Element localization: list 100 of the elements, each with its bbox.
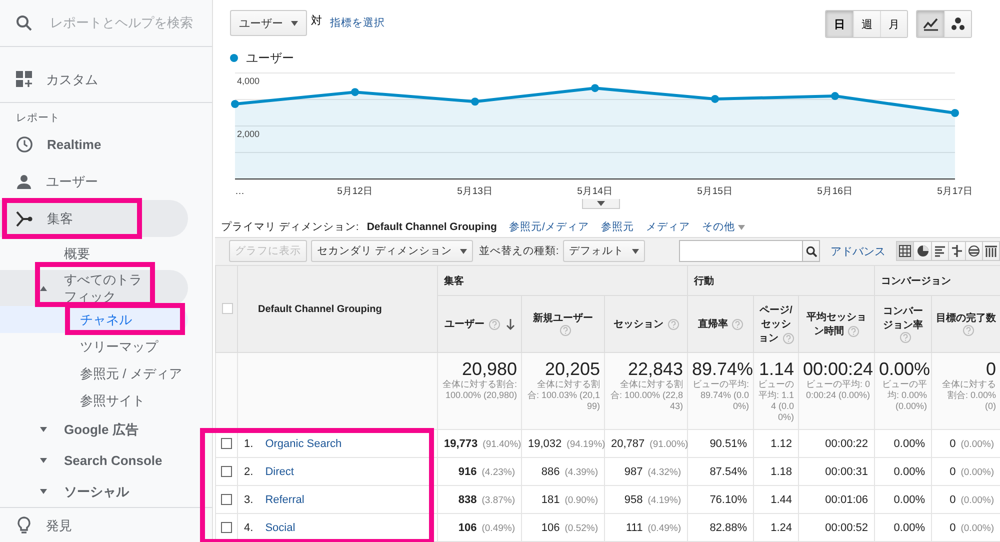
- column-header[interactable]: ページ/セッション: [754, 296, 798, 352]
- channel-link[interactable]: Referral: [265, 494, 304, 506]
- total-value: 0.00%: [879, 359, 927, 379]
- dimension-link[interactable]: 参照元: [600, 220, 634, 234]
- help-icon: [732, 318, 743, 330]
- nav-item[interactable]: 発見: [0, 508, 188, 542]
- channel-link[interactable]: Direct: [265, 466, 294, 478]
- help-icon: [848, 326, 859, 337]
- bars-icon: [934, 245, 946, 258]
- cell-value: 1.18: [770, 466, 792, 478]
- cell-value: 00:01:06: [825, 494, 868, 506]
- caret-icon: [40, 489, 47, 494]
- column-header[interactable]: コンバージョン率: [874, 296, 932, 352]
- expand-tab[interactable]: [582, 199, 620, 209]
- nav-item[interactable]: 参照元 / メディア: [0, 360, 188, 387]
- column-header[interactable]: 新規ユーザー: [522, 296, 604, 352]
- cell-value: 111: [626, 522, 643, 534]
- metric-dropdown[interactable]: ユーザー: [230, 10, 307, 36]
- section-label: レポート: [0, 102, 212, 126]
- view-button[interactable]: [964, 241, 983, 262]
- column-header[interactable]: 目標の完了数: [932, 296, 1000, 352]
- nav-item[interactable]: Google 広告: [0, 414, 188, 445]
- grid-icon: [899, 245, 912, 258]
- chart-type-button[interactable]: [944, 11, 971, 37]
- cell-value: 0: [950, 466, 956, 478]
- cell-share: (94.19%): [566, 438, 606, 450]
- dimension-link[interactable]: Default Channel Grouping: [366, 221, 497, 234]
- axis-label: 5月16日: [817, 186, 853, 197]
- table-search-field[interactable]: [678, 240, 803, 262]
- column-header[interactable]: 平均セッション時間: [798, 296, 874, 352]
- search-button[interactable]: [802, 240, 820, 262]
- nav-item[interactable]: ツリーマップ: [0, 333, 188, 360]
- total-note: 全体に対する割合: 0.00% (0): [941, 379, 996, 412]
- axis-label: 2,000: [237, 129, 260, 139]
- row-checkbox[interactable]: [221, 494, 232, 506]
- period-button[interactable]: 週: [853, 11, 880, 37]
- search-field[interactable]: レポートとヘルプを検索: [48, 14, 198, 32]
- view-button[interactable]: [982, 241, 1000, 262]
- person-icon: [16, 174, 32, 190]
- checkbox[interactable]: [222, 303, 233, 314]
- total-note: ビューの平均: 0.00% (0.00%): [881, 379, 927, 412]
- column-header[interactable]: セッション: [604, 296, 688, 352]
- row-checkbox[interactable]: [221, 466, 232, 478]
- period-button[interactable]: 日: [826, 11, 853, 37]
- view-button[interactable]: [913, 241, 932, 262]
- data-point: [591, 84, 599, 92]
- cell-value: 20,787: [611, 438, 645, 450]
- axis-label: 5月14日: [577, 186, 613, 197]
- cell-share: (0.00%): [960, 466, 994, 478]
- dimension-link[interactable]: その他: [702, 220, 745, 234]
- dimension-link[interactable]: 参照元/メディア: [508, 220, 589, 234]
- total-note: ビューの平均: 89.74% (0.00%): [692, 379, 749, 412]
- sort-dropdown[interactable]: デフォルト: [562, 240, 645, 262]
- lightbulb-icon: [16, 516, 32, 534]
- total-value: 22,843: [626, 359, 683, 379]
- legend-dot: [230, 54, 238, 62]
- cell-value: 958: [624, 494, 643, 506]
- cell-value: 90.51%: [710, 438, 747, 450]
- nav-item[interactable]: 参照サイト: [0, 387, 188, 414]
- nav-item[interactable]: カスタム: [0, 60, 188, 98]
- row-checkbox[interactable]: [221, 522, 232, 534]
- fork-icon: [16, 210, 33, 226]
- total-note: 全体に対する割合: 100.00% (20,980): [442, 379, 517, 401]
- nav-item[interactable]: ソーシャル: [0, 476, 188, 507]
- cell-value: 0.00%: [894, 522, 925, 534]
- comparison-icon: [950, 245, 963, 258]
- cell-value: 00:00:31: [825, 466, 868, 478]
- cell-share: (4.23%): [482, 466, 515, 478]
- view-button[interactable]: [930, 241, 949, 262]
- select-metric-link[interactable]: 指標を選択: [330, 16, 385, 30]
- group-header: コンバージョン: [874, 266, 1000, 296]
- cell-value: 916: [458, 466, 477, 478]
- secondary-dimension-dropdown[interactable]: セカンダリ ディメンション: [311, 240, 473, 262]
- cell-value: 1.12: [770, 438, 792, 450]
- advanced-link[interactable]: アドバンス: [830, 244, 886, 259]
- summary-icon: [968, 245, 980, 258]
- nav-item[interactable]: 概要: [0, 237, 188, 270]
- nav-item[interactable]: Realtime: [0, 126, 188, 163]
- cell-share: (0.00%): [960, 438, 994, 450]
- row-checkbox[interactable]: [221, 438, 232, 450]
- axis-label: …: [235, 186, 244, 197]
- data-point: [471, 98, 479, 106]
- period-button[interactable]: 月: [880, 11, 907, 37]
- column-header[interactable]: ユーザー: [438, 296, 522, 352]
- channel-link[interactable]: Social: [265, 522, 296, 534]
- caret-icon: [40, 427, 47, 432]
- nav-item[interactable]: ユーザー: [0, 163, 188, 200]
- cell-value: 987: [624, 466, 643, 478]
- chart-type-button[interactable]: [917, 11, 944, 37]
- cell-value: 76.10%: [710, 494, 747, 506]
- column-header[interactable]: 直帰率: [688, 296, 754, 352]
- cell-value: 0: [950, 522, 956, 534]
- axis-label: 5月12日: [337, 186, 373, 197]
- view-button[interactable]: [896, 241, 914, 262]
- view-button[interactable]: [948, 241, 966, 262]
- nav-item[interactable]: Search Console: [0, 445, 188, 476]
- row-index: 4.: [244, 522, 254, 534]
- channel-link[interactable]: Organic Search: [265, 438, 342, 450]
- dimension-link[interactable]: メディア: [646, 220, 690, 234]
- data-point: [231, 100, 239, 108]
